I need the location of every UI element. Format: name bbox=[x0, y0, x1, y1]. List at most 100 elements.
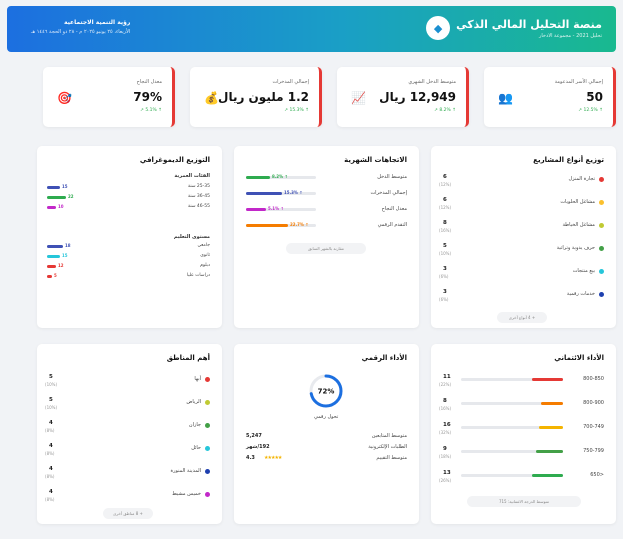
legend-dot bbox=[599, 292, 604, 297]
education-count: 5 bbox=[54, 273, 57, 278]
trend-label: متوسط الدخل bbox=[377, 174, 407, 180]
legend-dot bbox=[205, 469, 210, 474]
digital-row-label: متوسط المتابعين bbox=[371, 433, 407, 439]
education-bar bbox=[47, 275, 52, 278]
region-count: 4 bbox=[49, 489, 53, 495]
legend-dot bbox=[599, 269, 604, 274]
credit-bar bbox=[539, 426, 563, 429]
region-label: جازان bbox=[188, 422, 201, 428]
gauge-label: تحول رقمي bbox=[314, 414, 339, 420]
education-bar bbox=[47, 245, 63, 248]
education-count: 18 bbox=[65, 243, 71, 248]
kpi-value: 50 bbox=[586, 90, 603, 104]
regions-more-button[interactable]: + 8 مناطق أخرى bbox=[103, 508, 153, 519]
region-pct: (8%) bbox=[45, 474, 55, 479]
project-pct: (16%) bbox=[439, 228, 452, 233]
brand: منصة التحليل المالي الذكي تحليل 2021 - م… bbox=[426, 16, 602, 40]
credit-count: 8 bbox=[443, 398, 447, 404]
region-label: أبها bbox=[194, 376, 201, 382]
digital-title: الأداء الرقمي bbox=[361, 354, 407, 362]
region-pct: (8%) bbox=[45, 451, 55, 456]
credit-bar bbox=[532, 474, 563, 477]
project-pct: (12%) bbox=[439, 205, 452, 210]
kpi-card: معدل النجاح 79% ↑ 5.1% ↗ 🎯 bbox=[43, 67, 175, 127]
age-label: 25-35 سنة bbox=[187, 184, 210, 189]
education-label: جامعي bbox=[197, 243, 211, 248]
region-pct: (8%) bbox=[45, 497, 55, 502]
credit-range: 800-900 bbox=[583, 400, 604, 406]
legend-dot bbox=[599, 223, 604, 228]
kpi-delta: ↑ 12.5% ↗ bbox=[578, 108, 603, 113]
age-bar bbox=[47, 196, 66, 199]
trends-title: الاتجاهات الشهرية bbox=[344, 156, 407, 164]
kpi-label: متوسط الدخل الشهري bbox=[408, 79, 456, 85]
projects-more-button[interactable]: + 4 أنواع أخرى bbox=[497, 312, 547, 323]
kpi-card: إجمالي المدخرات 1.2 مليون ريال ↑ 15.3% ↗ 💰 bbox=[190, 67, 322, 127]
project-count: 3 bbox=[443, 266, 447, 272]
trend-bar bbox=[246, 176, 270, 179]
region-label: حائل bbox=[191, 445, 201, 451]
kpi-label: معدل النجاح bbox=[136, 79, 162, 85]
digital-row-value: 5,247 bbox=[246, 433, 262, 439]
credit-bar bbox=[541, 402, 563, 405]
age-groups-title: الفئات العمرية bbox=[174, 173, 210, 179]
legend-dot bbox=[599, 177, 604, 182]
project-pct: (10%) bbox=[439, 251, 452, 256]
kpi-label: إجمالي المدخرات bbox=[272, 79, 309, 85]
project-label: مشاغل الحلويات bbox=[560, 199, 595, 205]
project-label: تجارة المنزل bbox=[568, 176, 595, 182]
region-count: 4 bbox=[49, 466, 53, 472]
project-label: حرف يدوية وتراثية bbox=[556, 245, 595, 251]
education-label: ثانوي bbox=[200, 253, 210, 258]
projects-title: توزيع أنواع المشاريع bbox=[533, 156, 604, 164]
regions-card: أهم المناطق أبها 5 (10%) الرياض 5 (10%) جازان 4… bbox=[37, 344, 222, 524]
credit-footer: متوسط الدرجة الائتمانية: 715 bbox=[467, 496, 581, 507]
project-count: 6 bbox=[443, 197, 447, 203]
region-count: 4 bbox=[49, 420, 53, 426]
region-label: الرياض bbox=[186, 399, 201, 405]
trend-label: التقدم الرقمي bbox=[377, 222, 407, 228]
education-count: 15 bbox=[62, 253, 68, 258]
trends-footer: مقارنة بالشهر السابق bbox=[286, 243, 366, 254]
legend-dot bbox=[205, 492, 210, 497]
kpi-icon: 📈 bbox=[351, 91, 366, 105]
region-pct: (10%) bbox=[45, 405, 58, 410]
kpi-card: متوسط الدخل الشهري 12,949 ريال ↑ 8.2% ↗ 📈 bbox=[337, 67, 469, 127]
header-date: الأربعاء، ٢٥ يونيو ٢٠٢٥ م - ٢٨ ذو الحجة … bbox=[31, 29, 131, 35]
credit-bar bbox=[532, 378, 563, 381]
region-label: خميس مشيط bbox=[172, 491, 201, 497]
region-pct: (8%) bbox=[45, 428, 55, 433]
education-label: دراسات عليا bbox=[186, 273, 210, 278]
region-count: 5 bbox=[49, 374, 53, 380]
region-pct: (10%) bbox=[45, 382, 58, 387]
age-count: 15 bbox=[62, 184, 68, 189]
project-count: 8 bbox=[443, 220, 447, 226]
trend-bar bbox=[246, 208, 266, 211]
legend-dot bbox=[205, 446, 210, 451]
app-title: منصة التحليل المالي الذكي bbox=[456, 17, 602, 31]
app-subtitle: تحليل 2021 - مجموعة الادخار bbox=[538, 32, 602, 39]
education-bar bbox=[47, 265, 56, 268]
gauge-value: 72% bbox=[318, 388, 335, 396]
digital-row-value: 192/شهر bbox=[246, 444, 270, 450]
credit-range: <650 bbox=[590, 472, 604, 478]
project-pct: (12%) bbox=[439, 182, 452, 187]
rating-stars-icon: ★★★★★ bbox=[264, 455, 282, 461]
legend-dot bbox=[599, 200, 604, 205]
kpi-delta: ↑ 8.2% ↗ bbox=[434, 108, 456, 113]
credit-card: الأداء الائتماني 800-850 11 (22%) 800-900 8 (… bbox=[431, 344, 616, 524]
trend-bar bbox=[246, 224, 288, 227]
region-label: المدينة المنورة bbox=[170, 468, 201, 474]
legend-dot bbox=[205, 423, 210, 428]
credit-pct: (16%) bbox=[439, 406, 452, 411]
trend-label: معدل النجاح bbox=[381, 206, 407, 212]
kpi-icon: 👥 bbox=[498, 91, 513, 105]
regions-title: أهم المناطق bbox=[166, 354, 210, 362]
digital-gauge: 72% bbox=[309, 374, 343, 408]
kpi-delta: ↑ 15.3% ↗ bbox=[284, 108, 309, 113]
credit-count: 9 bbox=[443, 446, 447, 452]
digital-card: الأداء الرقمي 72% تحول رقمي متوسط المتاب… bbox=[234, 344, 419, 524]
app-header: منصة التحليل المالي الذكي تحليل 2021 - م… bbox=[7, 6, 616, 52]
trend-value: ↑ 8.2% bbox=[272, 174, 288, 179]
digital-row-label: متوسط التقييم bbox=[376, 455, 407, 461]
